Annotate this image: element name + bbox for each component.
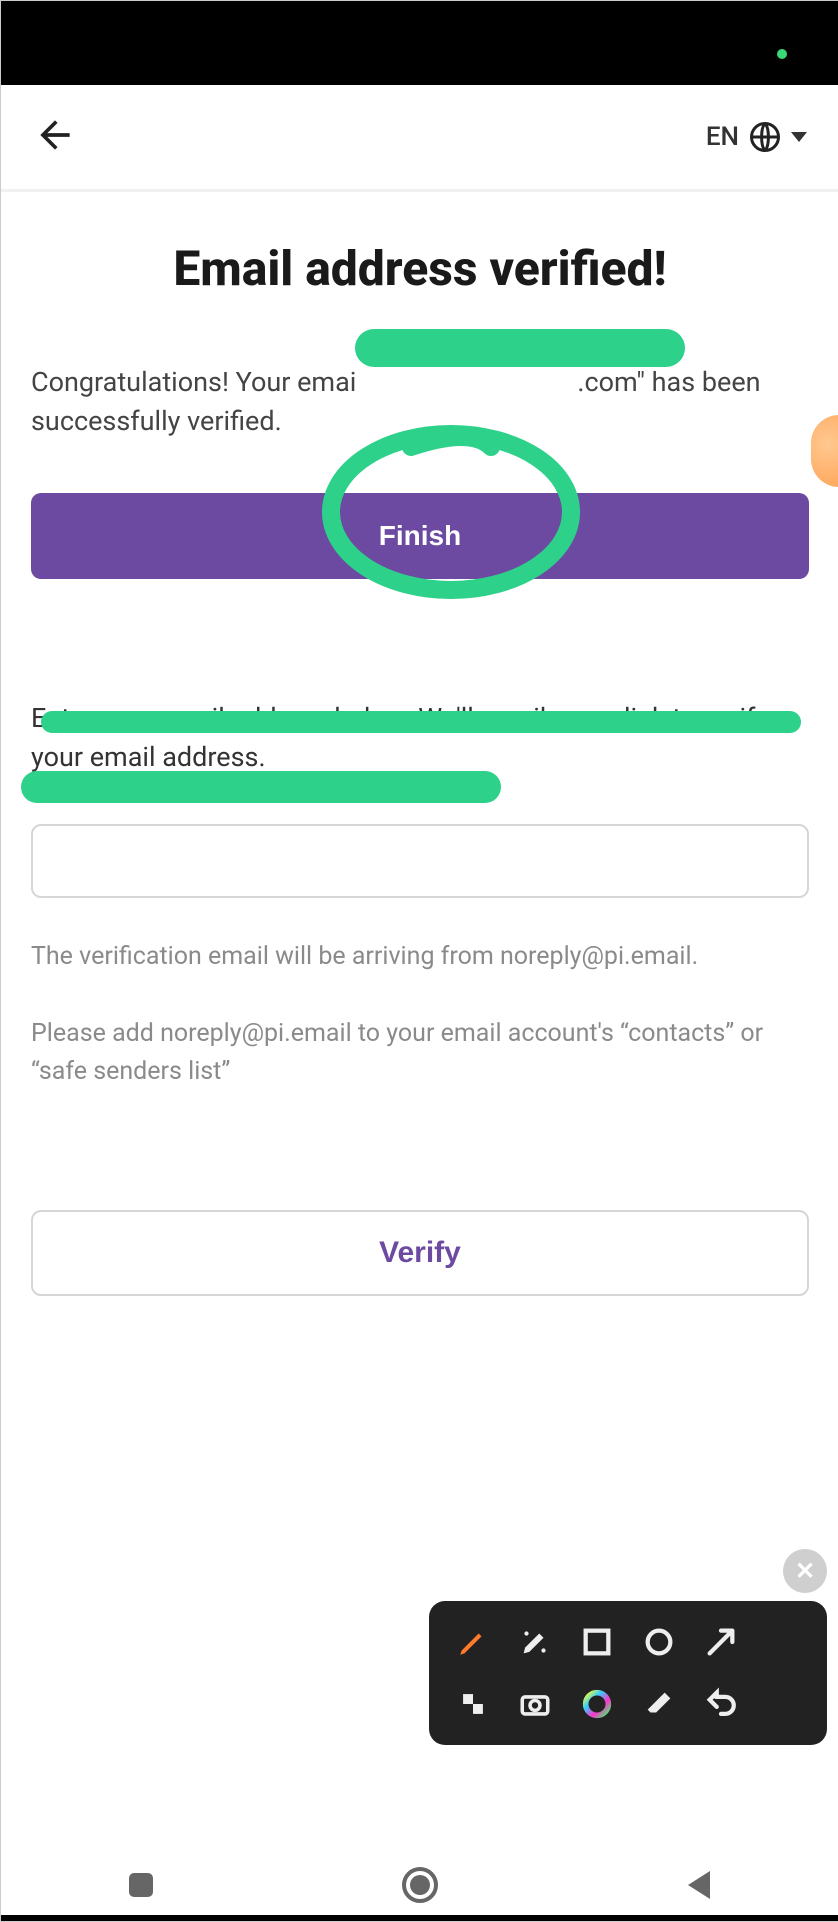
marker-icon: [518, 1625, 552, 1659]
globe-icon: [747, 119, 783, 155]
congrats-pre: Congratulations! Your emai: [31, 366, 356, 398]
annotation-scribble-email: [355, 329, 685, 367]
android-nav-bar: [1, 1849, 838, 1921]
nav-back[interactable]: [669, 1867, 729, 1903]
crop-icon: [456, 1687, 490, 1721]
congrats-redacted: [356, 366, 577, 398]
verify-button[interactable]: Verify: [31, 1210, 809, 1296]
bottom-edge: [1, 1915, 838, 1921]
pen-icon: [456, 1625, 490, 1659]
circle-icon: [642, 1625, 676, 1659]
tool-camera[interactable]: [511, 1681, 559, 1727]
nav-home[interactable]: [390, 1867, 450, 1903]
camera-icon: [518, 1687, 552, 1721]
email-input[interactable]: [31, 824, 809, 898]
tool-arrow[interactable]: [697, 1619, 745, 1665]
annotation-toolbar: [429, 1601, 827, 1745]
main-content: Email address verified! Congratulations!…: [1, 240, 838, 1296]
tool-colorwheel[interactable]: [573, 1681, 621, 1727]
annotation-close-button[interactable]: ✕: [783, 1549, 827, 1593]
square-icon: [129, 1873, 153, 1897]
noreply-note-1: The verification email will be arriving …: [31, 938, 809, 976]
square-icon: [580, 1625, 614, 1659]
tool-crop[interactable]: [449, 1681, 497, 1727]
tool-circle[interactable]: [635, 1619, 683, 1665]
close-icon: ✕: [795, 1557, 815, 1585]
status-indicator-dot: [777, 49, 787, 59]
undo-icon: [704, 1687, 738, 1721]
language-label: EN: [706, 122, 739, 152]
chevron-down-icon: [791, 132, 807, 142]
page-title: Email address verified!: [31, 240, 809, 297]
language-selector[interactable]: EN: [706, 119, 807, 155]
annotation-circle-finish: [311, 417, 591, 607]
back-button[interactable]: [33, 113, 77, 161]
tool-pen[interactable]: [449, 1619, 497, 1665]
annotation-scribble-underline: [41, 711, 801, 733]
tool-undo[interactable]: [697, 1681, 745, 1727]
status-bar: [1, 1, 838, 85]
nav-recents[interactable]: [111, 1867, 171, 1903]
colorwheel-icon: [580, 1687, 614, 1721]
tool-rectangle[interactable]: [573, 1619, 621, 1665]
arrow-left-icon: [33, 113, 77, 157]
arrow-icon: [704, 1625, 738, 1659]
annotation-scribble-input: [21, 771, 501, 803]
triangle-left-icon: [688, 1871, 710, 1899]
phone-frame: EN Email address verified! Congratulatio…: [0, 0, 838, 1922]
noreply-note-2: Please add noreply@pi.email to your emai…: [31, 1015, 809, 1090]
tool-eraser[interactable]: [635, 1681, 683, 1727]
tool-marker[interactable]: [511, 1619, 559, 1665]
circle-icon: [402, 1867, 438, 1903]
app-top-bar: EN: [1, 85, 838, 192]
eraser-icon: [642, 1687, 676, 1721]
